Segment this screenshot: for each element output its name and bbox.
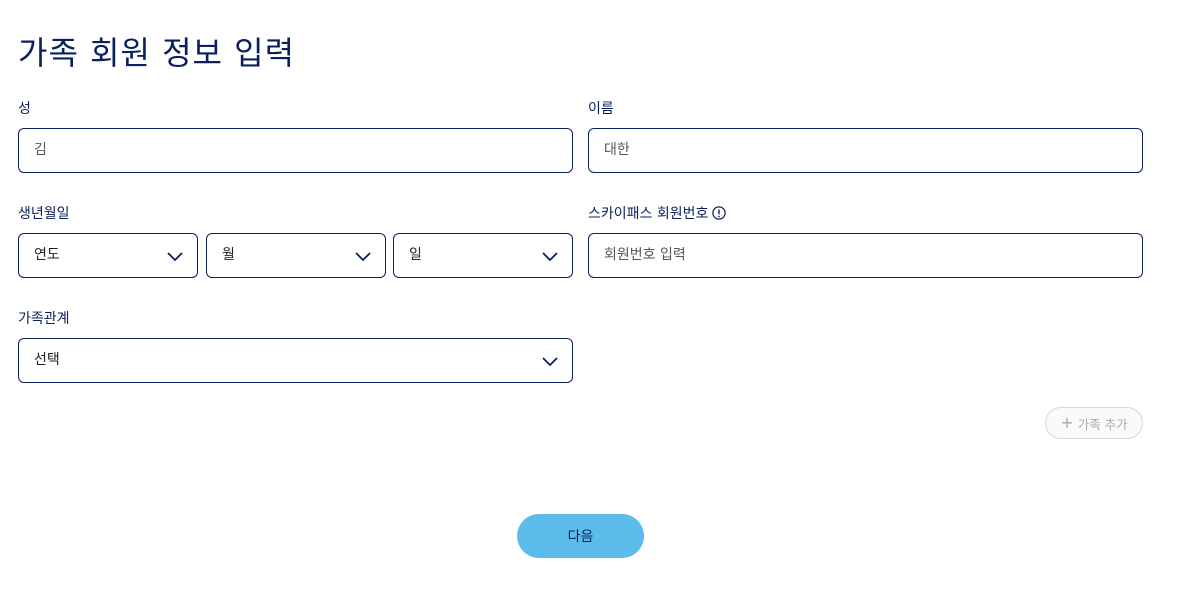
next-button-label: 다음 bbox=[567, 529, 594, 545]
relation-value: 선택 bbox=[34, 352, 60, 368]
chevron-down-icon bbox=[355, 252, 371, 262]
info-icon[interactable] bbox=[712, 206, 727, 220]
page-title: 가족 회원 정보 입력 bbox=[18, 34, 296, 72]
birth-year-select[interactable]: 연도 bbox=[18, 233, 198, 278]
add-family-label: 가족 추가 bbox=[1077, 416, 1128, 432]
birth-day-select[interactable]: 일 bbox=[393, 233, 573, 278]
birth-month-select[interactable]: 월 bbox=[206, 233, 386, 278]
next-button[interactable]: 다음 bbox=[517, 514, 644, 558]
last-name-label: 성 bbox=[18, 101, 31, 117]
plus-icon: + bbox=[1060, 413, 1074, 432]
skypass-number-input[interactable]: 회원번호 입력 bbox=[588, 233, 1143, 278]
first-name-label: 이름 bbox=[588, 101, 614, 117]
skypass-placeholder: 회원번호 입력 bbox=[604, 247, 686, 263]
chevron-down-icon bbox=[167, 252, 183, 262]
last-name-field[interactable]: 김 bbox=[18, 128, 573, 173]
birth-day-value: 일 bbox=[409, 247, 422, 263]
birth-date-label: 생년월일 bbox=[18, 206, 70, 222]
first-name-field[interactable]: 대한 bbox=[588, 128, 1143, 173]
add-family-button[interactable]: + 가족 추가 bbox=[1045, 407, 1143, 439]
first-name-value: 대한 bbox=[604, 142, 630, 158]
chevron-down-icon bbox=[542, 357, 558, 367]
chevron-down-icon bbox=[542, 252, 558, 262]
birth-year-value: 연도 bbox=[34, 247, 60, 263]
last-name-value: 김 bbox=[34, 142, 47, 158]
skypass-label-wrap: 스카이패스 회원번호 bbox=[588, 205, 727, 223]
relation-label: 가족관계 bbox=[18, 311, 70, 327]
birth-month-value: 월 bbox=[222, 247, 235, 263]
skypass-label: 스카이패스 회원번호 bbox=[588, 206, 709, 222]
relation-select[interactable]: 선택 bbox=[18, 338, 573, 383]
